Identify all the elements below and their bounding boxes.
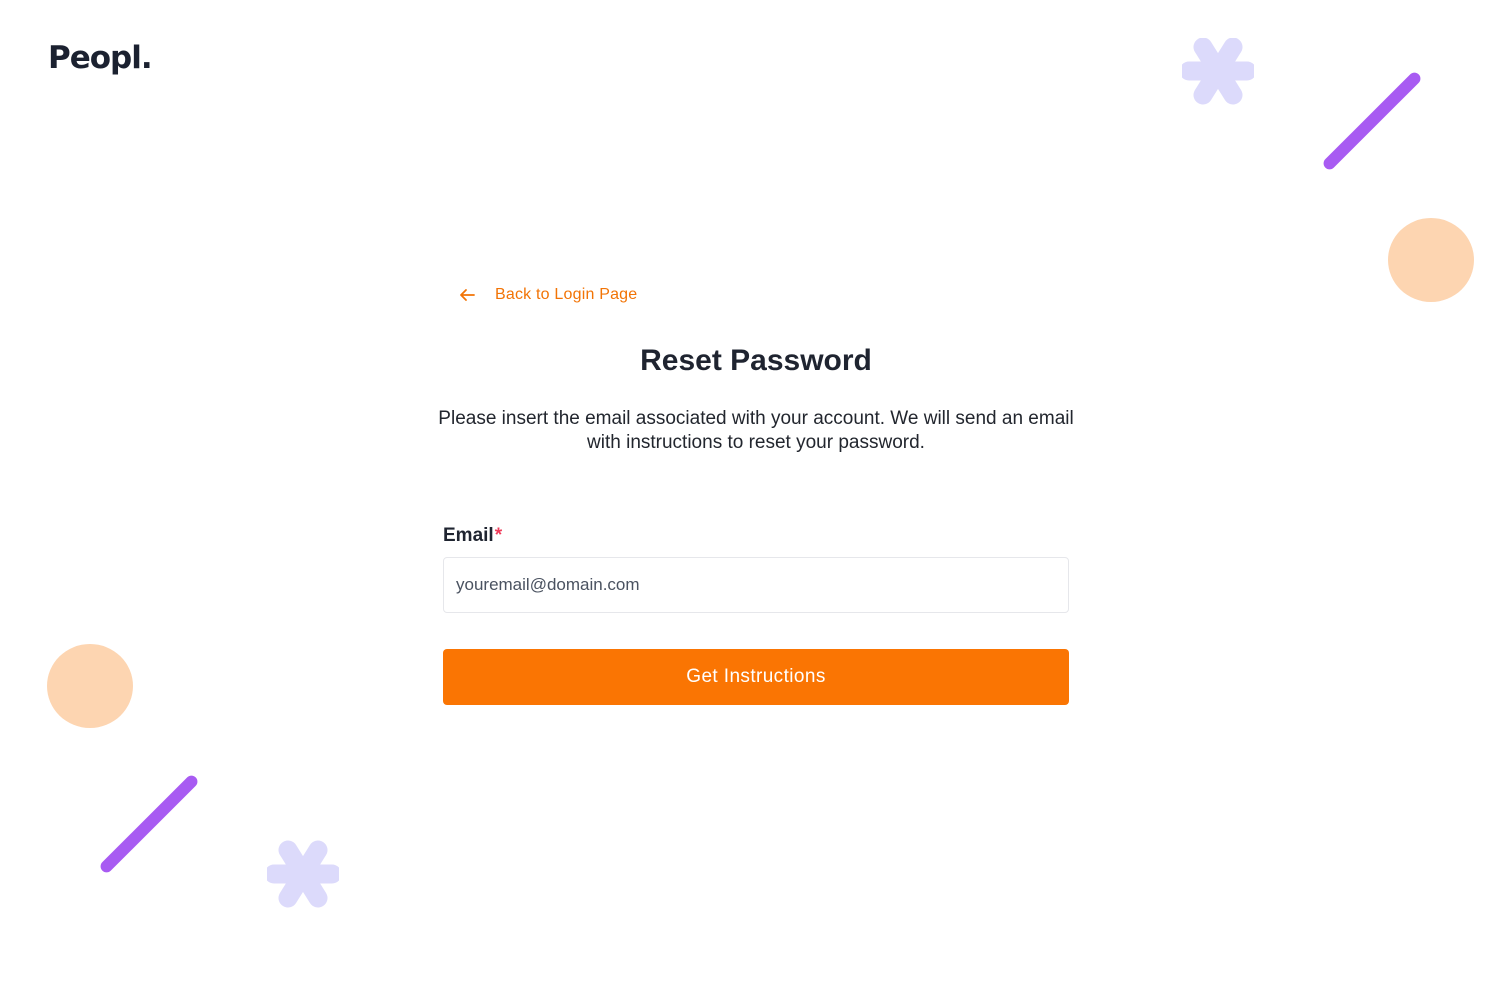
peach-circle-decoration-right	[1388, 218, 1474, 302]
reset-password-page: Peopl. Back to Login Page Reset Password…	[0, 0, 1512, 982]
peach-circle-decoration-left	[47, 644, 133, 728]
arrow-left-icon	[458, 287, 476, 303]
required-marker: *	[494, 525, 503, 546]
asterisk-decoration-bottom	[267, 840, 339, 908]
page-title: Reset Password	[640, 344, 872, 377]
email-field-label: Email*	[443, 525, 502, 547]
back-to-login-link[interactable]: Back to Login Page	[458, 286, 637, 304]
brand-logo: Peopl.	[48, 40, 153, 76]
get-instructions-button[interactable]: Get Instructions	[443, 649, 1069, 705]
email-input[interactable]	[443, 557, 1069, 613]
email-label-text: Email	[443, 525, 494, 546]
purple-stroke-decoration-top	[1321, 70, 1423, 172]
asterisk-decoration-top	[1182, 38, 1254, 105]
purple-stroke-decoration-bottom	[98, 773, 200, 875]
back-link-label: Back to Login Page	[495, 286, 638, 303]
page-description: Please insert the email associated with …	[438, 408, 1074, 453]
